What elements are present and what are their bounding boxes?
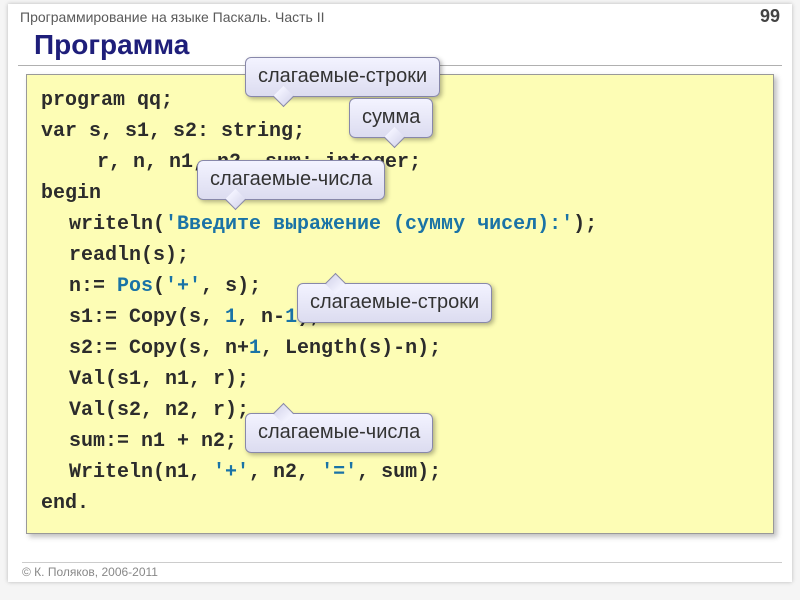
code-line: begin — [41, 178, 759, 209]
callout-numbers-top: слагаемые-числа — [197, 160, 385, 200]
code-line: Writeln(n1, '+', n2, '=', sum); — [41, 457, 759, 488]
code-line: s2:= Copy(s, n+1, Length(s)-n); — [41, 333, 759, 364]
slide-footer: © К. Поляков, 2006-2011 — [22, 562, 782, 579]
callout-strings-mid: слагаемые-строки — [297, 283, 492, 323]
slide-header: Программирование на языке Паскаль. Часть… — [8, 4, 792, 27]
code-line: end. — [41, 488, 759, 519]
code-block: program qq; var s, s1, s2: string; r, n,… — [26, 74, 774, 534]
page-number: 99 — [760, 6, 780, 27]
code-line: r, n, n1, n2, sum: integer; — [41, 147, 759, 178]
code-line: writeln('Введите выражение (сумму чисел)… — [41, 209, 759, 240]
code-line: Val(s1, n1, r); — [41, 364, 759, 395]
header-subject: Программирование на языке Паскаль. Часть… — [20, 9, 324, 25]
slide: Программирование на языке Паскаль. Часть… — [8, 4, 792, 582]
callout-numbers-bot: слагаемые-числа — [245, 413, 433, 453]
callout-sum: сумма — [349, 98, 433, 138]
callout-strings-top: слагаемые-строки — [245, 57, 440, 97]
code-line: readln(s); — [41, 240, 759, 271]
